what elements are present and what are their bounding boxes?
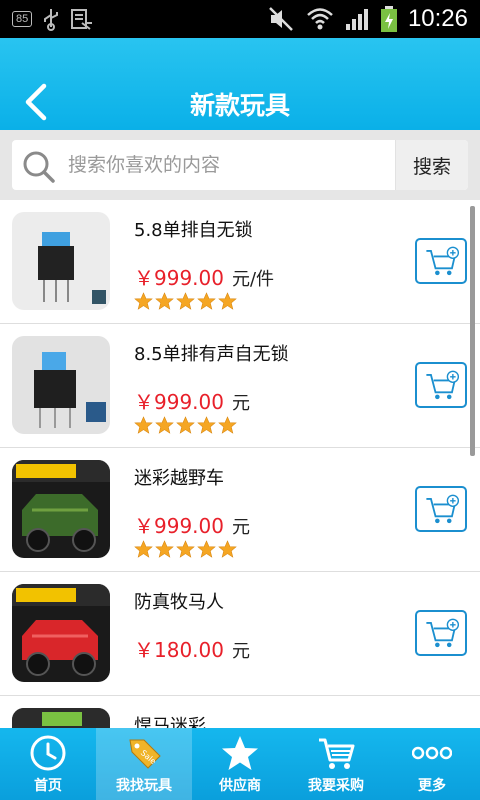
star-icon (197, 540, 216, 558)
list-item[interactable]: 迷彩越野车 ￥999.00 元 (0, 448, 480, 572)
tab-find-toys[interactable]: Sale 我找玩具 (96, 728, 192, 800)
product-price: ￥999.00 (134, 514, 224, 538)
star-icon (218, 416, 237, 434)
product-image (12, 336, 110, 434)
keyboard-icon (71, 9, 93, 30)
search-box: 搜索 (12, 140, 468, 190)
product-price: ￥999.00 (134, 266, 224, 290)
star-icon (218, 292, 237, 310)
tab-home[interactable]: 首页 (0, 728, 96, 800)
list-item[interactable]: 8.5单排有声自无锁 ￥999.00 元 (0, 324, 480, 448)
battery-icon (380, 6, 397, 32)
add-to-cart-icon[interactable] (415, 486, 467, 532)
mute-icon (269, 7, 293, 31)
search-input[interactable] (68, 152, 388, 178)
price-row: ￥180.00 元 (134, 634, 250, 663)
list-item[interactable]: 悍马迷彩 (0, 696, 480, 728)
star-icon (155, 416, 174, 434)
product-image (12, 460, 110, 558)
star-icon (134, 292, 153, 310)
clock-time: 10:26 (407, 5, 468, 32)
price-unit: 元 (231, 393, 250, 414)
star-icon (197, 416, 216, 434)
rating-stars (134, 416, 237, 435)
add-to-cart-icon[interactable] (415, 362, 467, 408)
rating-stars (134, 540, 237, 559)
star-icon (222, 736, 258, 770)
price-unit: 元 (231, 641, 250, 662)
price-row: ￥999.00 元 (134, 510, 250, 539)
product-list[interactable]: 5.8单排自无锁 ￥999.00 元/件 8.5单排有声自无锁 ￥999.00 … (0, 200, 480, 728)
star-icon (197, 292, 216, 310)
add-to-cart-icon[interactable] (415, 610, 467, 656)
tab-suppliers[interactable]: 供应商 (192, 728, 288, 800)
star-icon (176, 292, 195, 310)
wifi-icon (307, 8, 333, 30)
price-unit: 元 (231, 517, 250, 538)
add-to-cart-icon[interactable] (415, 238, 467, 284)
price-unit: 元/件 (231, 269, 275, 290)
status-bar: 85 10:26 (0, 0, 480, 38)
list-item[interactable]: 防真牧马人 ￥180.00 元 (0, 572, 480, 696)
usb-icon (44, 9, 59, 31)
product-name: 防真牧马人 (134, 592, 224, 613)
product-name: 悍马迷彩 (134, 716, 206, 728)
page-title: 新款玩具 (189, 91, 290, 120)
bottom-tab-bar: 首页 Sale 我找玩具 供应商 我要采购 更多 (0, 728, 480, 800)
star-icon (155, 292, 174, 310)
tab-purchase[interactable]: 我要采购 (288, 728, 384, 800)
search-button[interactable]: 搜索 (395, 140, 468, 190)
tag-icon: Sale (129, 739, 161, 769)
signal-icon (345, 9, 368, 30)
product-image (12, 212, 110, 310)
product-price: ￥999.00 (134, 390, 224, 414)
star-icon (176, 416, 195, 434)
cart-icon (319, 738, 355, 769)
product-name: 8.5单排有声自无锁 (134, 344, 289, 365)
product-image (12, 584, 110, 682)
star-icon (176, 540, 195, 558)
notification-badge: 85 (12, 11, 33, 27)
price-row: ￥999.00 元/件 (134, 262, 274, 291)
product-image (12, 708, 110, 728)
search-bar-area: 搜索 (0, 130, 480, 200)
product-price: ￥180.00 (134, 638, 224, 662)
tab-label: 更多 (418, 778, 446, 794)
star-icon (155, 540, 174, 558)
list-item[interactable]: 5.8单排自无锁 ￥999.00 元/件 (0, 200, 480, 324)
clock-icon (30, 735, 66, 771)
tab-label: 首页 (34, 778, 62, 794)
product-name: 迷彩越野车 (134, 468, 224, 489)
search-icon (23, 151, 55, 183)
more-icon (412, 746, 452, 760)
star-icon (218, 540, 237, 558)
product-name: 5.8单排自无锁 (134, 220, 253, 241)
scrollbar[interactable] (470, 206, 475, 456)
tab-more[interactable]: 更多 (384, 728, 480, 800)
star-icon (134, 416, 153, 434)
app-header: 新款玩具 (0, 38, 480, 130)
star-icon (134, 540, 153, 558)
price-row: ￥999.00 元 (134, 386, 250, 415)
tab-label: 我找玩具 (116, 778, 172, 794)
rating-stars (134, 292, 237, 311)
tab-label: 我要采购 (308, 778, 364, 794)
tab-label: 供应商 (219, 778, 261, 794)
